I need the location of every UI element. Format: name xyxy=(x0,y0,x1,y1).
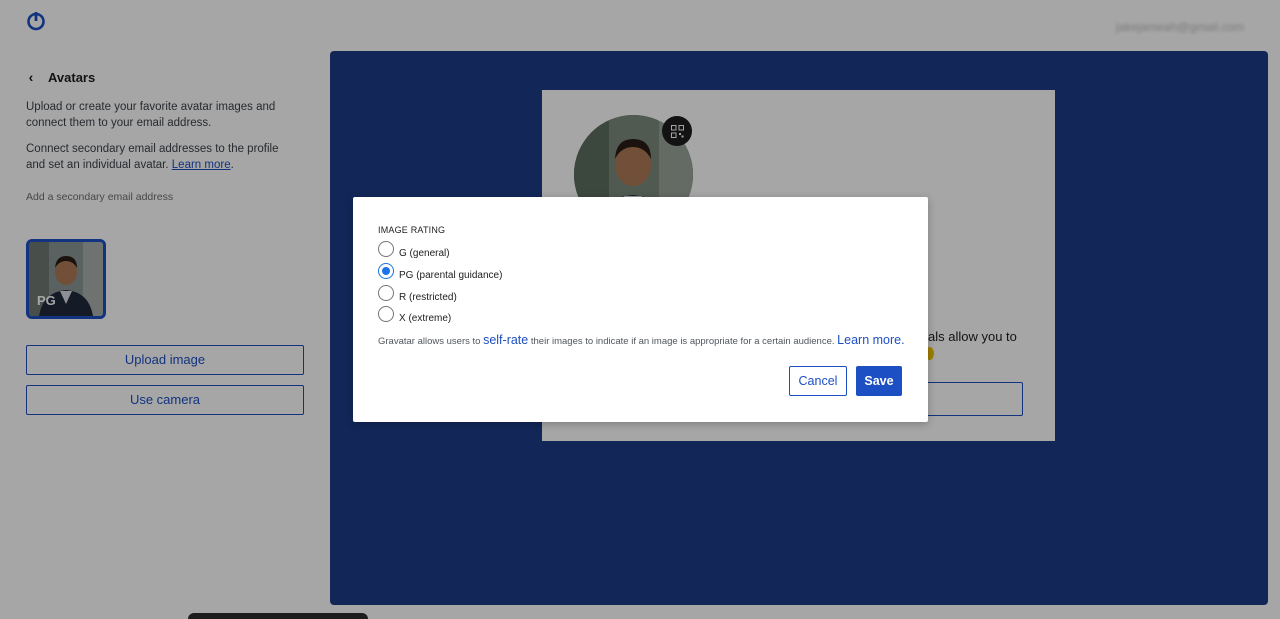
explain-prefix: Gravatar allows users to xyxy=(378,336,481,347)
save-button[interactable]: Save xyxy=(856,366,902,396)
rating-option-x[interactable]: X (extreme) xyxy=(378,306,452,324)
radio-pg[interactable] xyxy=(378,263,394,279)
rating-label-x: X (extreme) xyxy=(399,312,452,324)
image-rating-dialog: IMAGE RATING G (general) PG (parental gu… xyxy=(353,197,928,422)
explain-suffix: their images to indicate if an image is … xyxy=(530,336,835,347)
rating-explanation: Gravatar allows users to self-rate their… xyxy=(378,333,905,347)
learn-more-link[interactable]: Learn more. xyxy=(837,333,904,347)
radio-x[interactable] xyxy=(378,306,394,322)
dialog-title: IMAGE RATING xyxy=(378,225,446,235)
rating-label-pg: PG (parental guidance) xyxy=(399,269,503,281)
radio-g[interactable] xyxy=(378,241,394,257)
rating-label-r: R (restricted) xyxy=(399,291,457,303)
cancel-button[interactable]: Cancel xyxy=(789,366,847,396)
rating-option-r[interactable]: R (restricted) xyxy=(378,285,457,303)
rating-label-g: G (general) xyxy=(399,247,450,259)
rating-option-g[interactable]: G (general) xyxy=(378,241,450,259)
self-rate-link[interactable]: self-rate xyxy=(483,333,528,347)
radio-r[interactable] xyxy=(378,285,394,301)
rating-option-pg[interactable]: PG (parental guidance) xyxy=(378,263,503,281)
